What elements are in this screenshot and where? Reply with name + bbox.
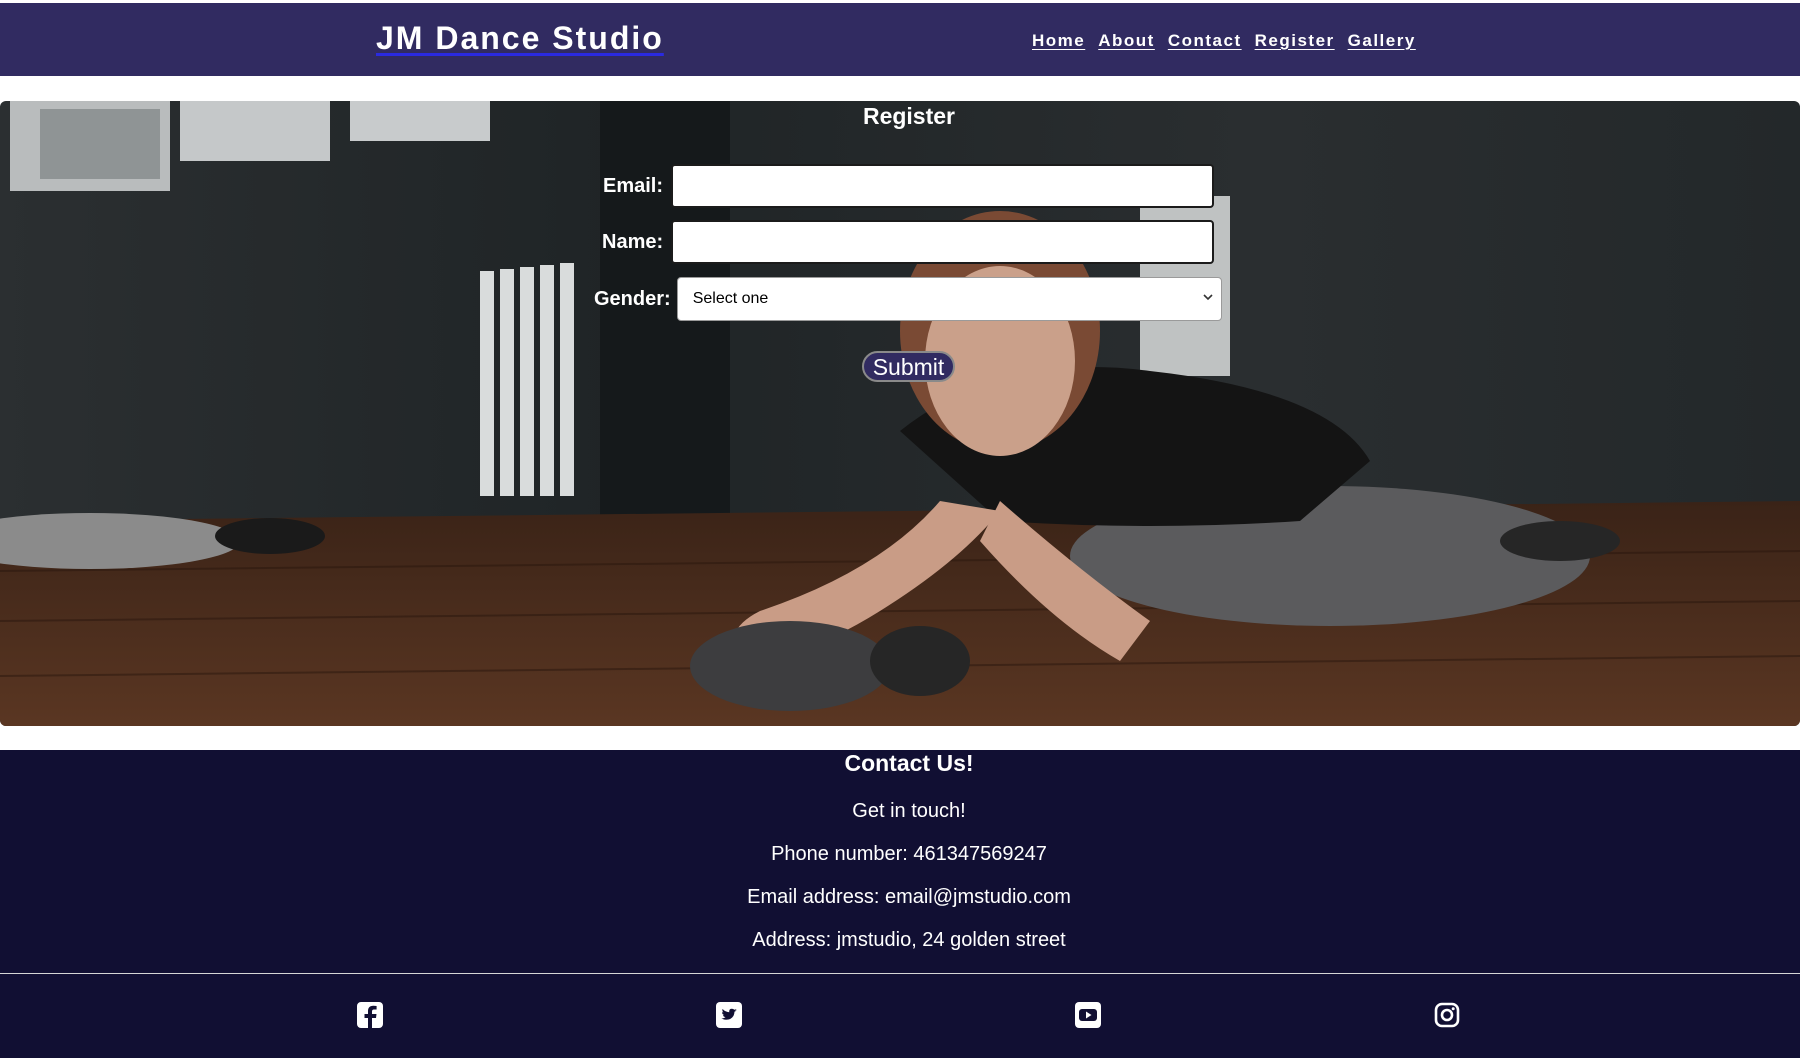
facebook-icon[interactable] bbox=[355, 1000, 385, 1030]
gender-row: Gender: Select one bbox=[594, 277, 1222, 321]
register-hero: Register Email: Name: Gender: Select one… bbox=[0, 101, 1800, 726]
gender-label: Gender: bbox=[594, 287, 671, 310]
nav-contact[interactable]: Contact bbox=[1168, 31, 1242, 51]
name-field[interactable] bbox=[671, 220, 1215, 264]
twitter-icon[interactable] bbox=[714, 1000, 744, 1030]
contact-footer: Contact Us! Get in touch! Phone number: … bbox=[0, 750, 1800, 1058]
footer-divider bbox=[0, 973, 1800, 974]
footer-address: Address: jmstudio, 24 golden street bbox=[752, 929, 1066, 951]
email-field[interactable] bbox=[671, 164, 1215, 208]
gender-selected-value: Select one bbox=[692, 290, 769, 307]
footer-title: Contact Us! bbox=[844, 750, 974, 776]
name-label: Name: bbox=[602, 230, 664, 253]
instagram-icon[interactable] bbox=[1432, 1000, 1462, 1030]
site-logo[interactable]: JM Dance Studio bbox=[376, 20, 664, 57]
footer-phone: Phone number: 461347569247 bbox=[771, 843, 1047, 865]
youtube-icon[interactable] bbox=[1073, 1000, 1103, 1030]
chevron-down-icon bbox=[1203, 294, 1213, 301]
gender-select[interactable]: Select one bbox=[676, 277, 1222, 321]
register-title: Register bbox=[862, 103, 956, 129]
nav-about[interactable]: About bbox=[1098, 31, 1155, 51]
nav-register[interactable]: Register bbox=[1255, 31, 1335, 51]
main-nav: Home About Contact Register Gallery bbox=[1032, 31, 1416, 51]
footer-tagline: Get in touch! bbox=[852, 800, 966, 822]
nav-home[interactable]: Home bbox=[1032, 31, 1085, 51]
submit-button[interactable]: Submit bbox=[862, 351, 955, 382]
footer-email: Email address: email@jmstudio.com bbox=[747, 886, 1071, 908]
email-label: Email: bbox=[603, 174, 664, 197]
name-row: Name: bbox=[602, 220, 1215, 264]
nav-gallery[interactable]: Gallery bbox=[1348, 31, 1416, 51]
social-links bbox=[0, 1000, 1800, 1040]
email-row: Email: bbox=[603, 164, 1215, 208]
site-header: JM Dance Studio Home About Contact Regis… bbox=[0, 3, 1800, 76]
